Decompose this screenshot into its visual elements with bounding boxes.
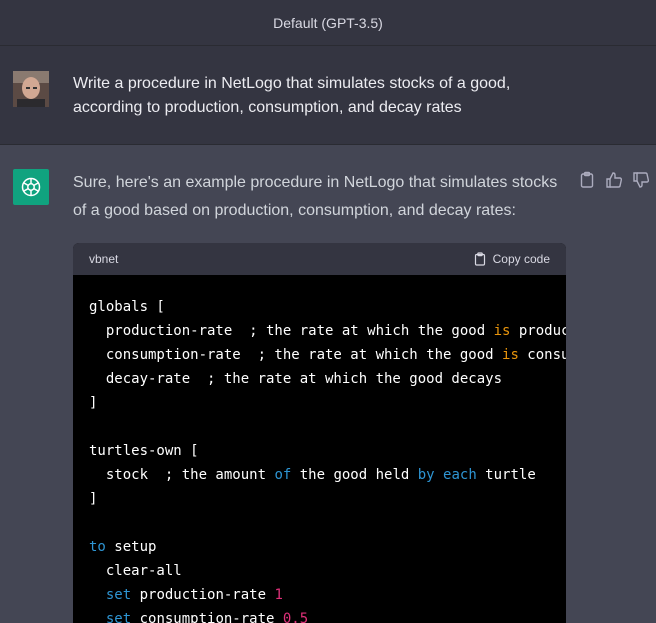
code-token: consumption-rate ; the rate at which the… [89,347,503,363]
code-token: turtles-own [ [89,443,199,459]
code-token: each [443,467,477,483]
code-line: globals [ [89,295,550,319]
code-token: production-rate [131,587,275,603]
code-line: to setup [89,535,550,559]
code-line: ​ [89,511,550,535]
model-title: Default (GPT-3.5) [273,14,383,31]
code-line: stock ; the amount of the good held by e… [89,463,550,487]
assistant-intro-text: Sure, here's an example procedure in Net… [73,174,558,219]
code-language-label: vbnet [89,252,119,266]
thumbs-down-icon[interactable] [632,171,650,189]
code-line: ] [89,487,550,511]
code-token: setup [105,539,157,555]
code-token: production-rate ; the rate at which the … [89,323,494,339]
code-line: consumption-rate ; the rate at which the… [89,343,566,367]
code-line: turtles-own [ [89,439,550,463]
user-message: Write a procedure in NetLogo that simula… [0,46,656,145]
code-line: ] [89,391,550,415]
code-token: globals [ [89,299,165,315]
user-message-text: Write a procedure in NetLogo that simula… [73,75,511,116]
code-content[interactable]: globals [ production-rate ; the rate at … [73,275,566,623]
code-block: vbnet Copy code globals [ production-rat… [73,243,566,623]
code-token: decay-rate ; the rate at which the good … [89,371,503,387]
code-line: clear-all [89,559,550,583]
code-token: consu [518,347,566,363]
code-line: decay-rate ; the rate at which the good … [89,367,550,391]
code-token: ] [89,395,98,411]
code-token: the good held [291,467,418,483]
copy-code-label: Copy code [492,252,550,266]
code-token: set [105,587,132,603]
model-title-bar: Default (GPT-3.5) [0,0,656,46]
code-token: consumption-rate [131,611,283,623]
code-token: is [493,323,511,339]
thumbs-up-icon[interactable] [605,171,623,189]
code-token: to [89,539,106,555]
user-avatar [13,71,49,107]
clipboard-icon[interactable] [578,171,596,189]
code-line: ​ [89,415,550,439]
code-token: by [417,467,435,483]
code-token: 1 [274,587,283,603]
code-token: 0.5 [282,611,309,623]
assistant-message: Sure, here's an example procedure in Net… [0,145,656,623]
code-token: produc [510,323,566,339]
chatgpt-logo-icon [13,169,49,205]
code-line: production-rate ; the rate at which the … [89,319,566,343]
code-token: stock ; the amount [89,467,275,483]
code-line: set production-rate 1 [89,583,550,607]
code-token: is [502,347,519,363]
copy-code-button[interactable]: Copy code [473,252,550,266]
code-token: ] [89,491,98,507]
code-token: of [274,467,292,483]
clipboard-icon [474,252,485,266]
code-token: clear-all [89,563,182,579]
message-actions [578,171,650,189]
code-token: set [105,611,132,623]
code-block-header: vbnet Copy code [73,243,566,275]
code-token: turtle [476,467,536,483]
